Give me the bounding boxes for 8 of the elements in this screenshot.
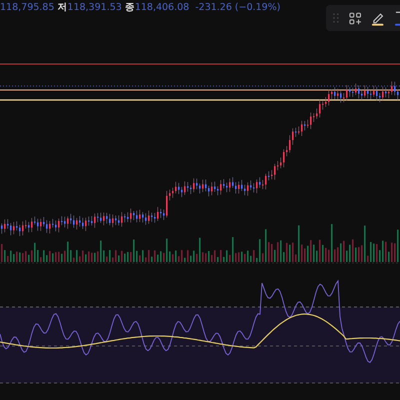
ohlc-value: 118,406.08 — [134, 0, 190, 15]
ohlc-label: 저 — [57, 0, 68, 15]
ohlc-value: 118,795.85 — [0, 0, 54, 15]
price-change: -231.26 (−0.19%) — [195, 0, 280, 15]
drag-handle-icon[interactable] — [333, 13, 339, 23]
add-widget-icon[interactable] — [348, 12, 362, 24]
ohlc-value: 118,391.53 — [67, 0, 122, 15]
ohlc-label: 종 — [124, 0, 135, 15]
